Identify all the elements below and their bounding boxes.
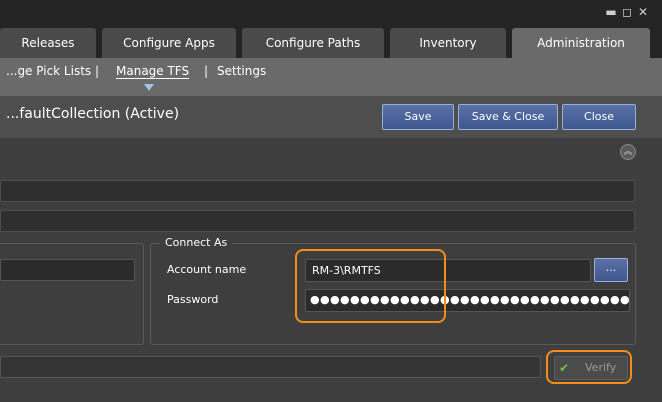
subnav-settings[interactable]: Settings [217, 64, 266, 78]
selected-caret-icon [144, 84, 154, 91]
browse-button[interactable]: ... [594, 258, 628, 282]
left-input[interactable] [0, 259, 135, 281]
title-bar [0, 0, 662, 26]
text-field[interactable] [0, 210, 635, 232]
tab-inventory[interactable]: Inventory [390, 28, 506, 58]
close-button[interactable]: Close [562, 104, 636, 130]
highlight-box [546, 350, 632, 384]
subnav-manage-tfs[interactable]: Manage TFS [116, 64, 189, 78]
connect-as-legend: Connect As [160, 236, 233, 249]
save-button[interactable]: Save [382, 104, 454, 130]
collapse-icon[interactable]: ︽ [620, 144, 636, 160]
password-label: Password [167, 293, 219, 306]
page-title: ...faultCollection (Active) [6, 106, 180, 122]
highlight-box [295, 249, 446, 323]
tab-configure-apps[interactable]: Configure Apps [102, 28, 236, 58]
tab-administration[interactable]: Administration [512, 28, 650, 58]
tab-releases[interactable]: Releases [0, 28, 96, 58]
account-name-label: Account name [167, 263, 247, 276]
maximize-icon[interactable]: ◻ [620, 5, 634, 19]
status-field[interactable] [0, 356, 541, 378]
close-icon[interactable]: ✕ [636, 5, 650, 19]
save-close-button[interactable]: Save & Close [458, 104, 558, 130]
minimize-icon[interactable]: ▬ [604, 5, 618, 19]
subnav-separator: | [95, 64, 100, 78]
subnav-separator: | [204, 64, 209, 78]
subnav-pick-lists[interactable]: ...ge Pick Lists [6, 64, 91, 78]
tab-configure-paths[interactable]: Configure Paths [242, 28, 384, 58]
sub-navigation: ...ge Pick Lists | Manage TFS | Settings [0, 58, 662, 96]
text-field[interactable] [0, 180, 635, 202]
